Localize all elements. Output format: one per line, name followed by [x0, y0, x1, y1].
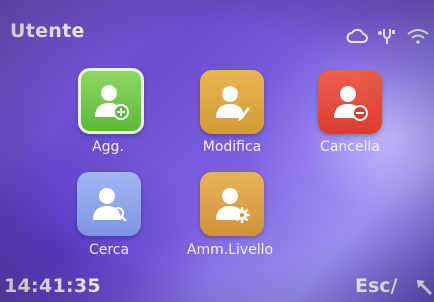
user-admin-icon — [212, 183, 252, 225]
device-screen: Utente Agg. Modifica Cancella Cerca Amm.… — [0, 0, 434, 302]
user-add-icon — [91, 80, 131, 122]
admin-level-label: Amm.Livello — [186, 242, 274, 258]
add-user-label: Agg. — [92, 139, 124, 155]
back-arrow-icon[interactable] — [415, 278, 433, 302]
search-user-button[interactable] — [77, 172, 141, 236]
user-search-icon — [89, 183, 129, 225]
delete-user-label: Cancella — [320, 139, 380, 155]
clock-time: 14:41:35 — [4, 275, 101, 297]
user-edit-icon — [212, 81, 252, 123]
user-delete-icon — [330, 81, 370, 123]
edit-user-button[interactable] — [200, 70, 264, 134]
admin-level-button[interactable] — [200, 172, 264, 236]
add-user-button[interactable] — [78, 68, 144, 134]
cloud-icon — [346, 28, 368, 44]
status-bar — [346, 27, 430, 45]
screen-title: Utente — [10, 20, 85, 42]
wifi-icon — [406, 28, 430, 44]
esc-button[interactable]: Esc/ — [355, 275, 398, 297]
delete-user-button[interactable] — [318, 70, 382, 134]
search-user-label: Cerca — [88, 242, 130, 258]
usb-icon — [377, 27, 397, 45]
edit-user-label: Modifica — [202, 139, 262, 155]
